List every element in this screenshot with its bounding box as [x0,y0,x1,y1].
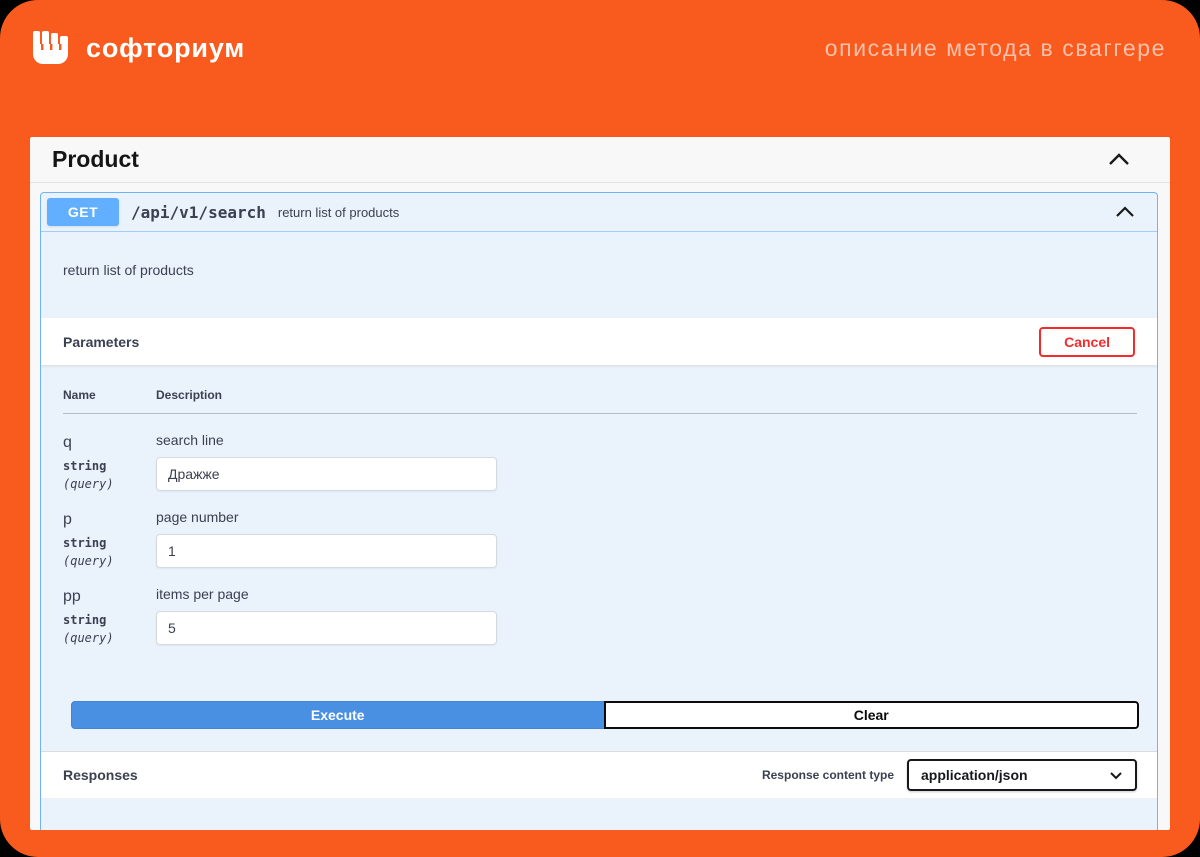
chevron-up-icon[interactable] [1108,153,1130,166]
product-section-header[interactable]: Product [30,137,1170,183]
responses-body [41,799,1157,830]
parameter-description-cell: page number [156,507,497,568]
chevron-down-icon [1109,771,1123,780]
parameter-description: items per page [156,586,497,602]
endpoint-path[interactable]: /api/v1/search [131,203,266,222]
parameter-description: search line [156,432,497,448]
parameter-p-input[interactable] [156,534,497,568]
parameter-name-cell: q string (query) [63,430,156,491]
parameter-description-cell: search line [156,430,497,491]
parameter-name-cell: p string (query) [63,507,156,568]
parameters-table: Name Description q string (query) search… [41,366,1157,671]
parameter-description: page number [156,509,497,525]
clear-button[interactable]: Clear [604,701,1140,729]
content-type-label: Response content type [762,768,894,782]
parameter-type: string [63,613,156,627]
parameter-location: (query) [63,631,156,645]
responses-title: Responses [63,767,138,783]
parameter-row: p string (query) page number [63,507,1137,568]
parameter-name: pp [63,588,156,606]
page-background: софториум описание метода в сваггере Pro… [0,0,1200,857]
content-type-value: application/json [921,767,1028,783]
cancel-button[interactable]: Cancel [1039,327,1135,357]
endpoint-summary-description: return list of products [278,205,1115,220]
page-header: софториум описание метода в сваггере [0,0,1200,72]
parameter-name: p [63,511,156,529]
parameter-location: (query) [63,477,156,491]
parameter-q-input[interactable] [156,457,497,491]
execute-button[interactable]: Execute [71,701,605,729]
response-content-type-group: Response content type application/json [762,759,1137,791]
brand-name: софториум [86,33,245,64]
parameter-name-cell: pp string (query) [63,584,156,645]
column-header-name: Name [63,388,156,402]
header-caption: описание метода в сваггере [825,35,1166,62]
endpoint-description: return list of products [41,232,1157,318]
swagger-panel: Product GET /api/v1/search return list o… [30,137,1170,830]
endpoint-summary[interactable]: GET /api/v1/search return list of produc… [41,193,1157,232]
parameters-table-head: Name Description [63,388,1137,414]
execute-wrapper: Execute Clear [41,671,1157,751]
parameter-pp-input[interactable] [156,611,497,645]
parameter-type: string [63,459,156,473]
content-type-select[interactable]: application/json [907,759,1137,791]
parameter-row: pp string (query) items per page [63,584,1137,645]
product-title: Product [52,146,139,173]
parameters-title: Parameters [63,334,139,350]
opblock-get: GET /api/v1/search return list of produc… [40,192,1158,830]
column-header-description: Description [156,388,222,402]
parameter-location: (query) [63,554,156,568]
parameter-description-cell: items per page [156,584,497,645]
parameters-header: Parameters Cancel [41,318,1157,366]
chevron-up-icon[interactable] [1115,206,1135,218]
parameter-row: q string (query) search line [63,430,1137,491]
get-method-badge: GET [47,198,119,226]
brand: софториум [30,27,245,69]
responses-header: Responses Response content type applicat… [41,751,1157,799]
parameter-name: q [63,434,156,452]
parameter-type: string [63,536,156,550]
fist-logo-icon [30,27,72,69]
